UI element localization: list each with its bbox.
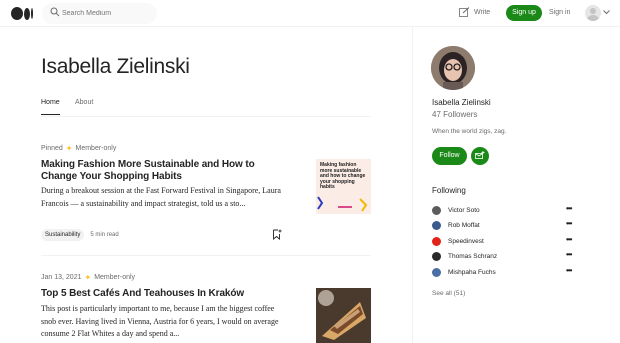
following-item[interactable]: Victor Soto ••• bbox=[432, 204, 577, 216]
cake-photo-icon bbox=[316, 288, 371, 343]
tab-home[interactable]: Home bbox=[41, 99, 60, 115]
following-avatar bbox=[432, 221, 441, 230]
bookmark-add-icon[interactable] bbox=[272, 229, 282, 240]
following-item[interactable]: Mishpaha Fuchs ••• bbox=[432, 266, 577, 278]
following-avatar bbox=[432, 252, 441, 261]
more-options-icon[interactable]: ••• bbox=[566, 235, 572, 244]
post-footer: Sustainability 5 min read bbox=[41, 229, 119, 241]
see-all-following-link[interactable]: See all (51) bbox=[432, 290, 465, 297]
following-heading: Following bbox=[432, 186, 466, 195]
write-label: Write bbox=[474, 9, 491, 16]
following-avatar bbox=[432, 206, 441, 215]
following-name[interactable]: Victor Soto bbox=[448, 207, 480, 214]
post-excerpt[interactable]: This post is particularly important to m… bbox=[41, 303, 291, 341]
post-excerpt[interactable]: During a breakout session at the Fast Fo… bbox=[41, 185, 291, 210]
sidebar-profile-name[interactable]: Isabella Zielinski bbox=[432, 98, 491, 107]
write-button[interactable]: Write bbox=[459, 7, 490, 18]
medium-logo[interactable] bbox=[11, 7, 33, 20]
post-divider bbox=[41, 255, 371, 256]
sidebar-divider bbox=[412, 27, 413, 343]
more-options-icon[interactable]: ••• bbox=[566, 219, 572, 228]
following-name[interactable]: Mishpaha Fuchs bbox=[448, 269, 496, 276]
search-input[interactable] bbox=[62, 7, 152, 20]
more-options-icon[interactable]: ••• bbox=[566, 204, 572, 213]
pinned-label: Pinned bbox=[41, 145, 63, 152]
post-date: Jan 13, 2021 bbox=[41, 274, 82, 281]
mail-plus-icon bbox=[475, 151, 485, 159]
chevron-down-icon[interactable] bbox=[603, 10, 610, 15]
following-name[interactable]: Speedinvest bbox=[448, 238, 484, 245]
following-item[interactable]: Rob Moffat ••• bbox=[432, 219, 577, 231]
post-meta: Pinned ✦ Member-only bbox=[41, 144, 116, 153]
member-only-label: Member-only bbox=[75, 145, 117, 152]
member-only-label: Member-only bbox=[94, 274, 136, 281]
post-title[interactable]: Making Fashion More Sustainable and How … bbox=[41, 159, 286, 183]
following-item[interactable]: Thomas Schranz ••• bbox=[432, 250, 577, 262]
subscribe-button[interactable] bbox=[471, 147, 489, 165]
profile-bio: When the world zigs, zag. bbox=[432, 128, 507, 135]
following-name[interactable]: Rob Moffat bbox=[448, 222, 480, 229]
tag-chip[interactable]: Sustainability bbox=[41, 229, 85, 241]
post-thumbnail[interactable] bbox=[316, 288, 371, 343]
followers-count[interactable]: 47 Followers bbox=[432, 110, 477, 119]
signup-button[interactable]: Sign up bbox=[506, 5, 542, 21]
write-icon bbox=[459, 7, 470, 17]
star-icon: ✦ bbox=[84, 273, 92, 282]
more-options-icon[interactable]: ••• bbox=[566, 250, 572, 259]
profile-avatar[interactable] bbox=[431, 46, 475, 90]
user-avatar-icon[interactable] bbox=[585, 5, 601, 21]
following-name[interactable]: Thomas Schranz bbox=[448, 253, 497, 260]
signin-link[interactable]: Sign in bbox=[549, 9, 570, 16]
search-icon bbox=[50, 7, 60, 17]
following-avatar bbox=[432, 237, 441, 246]
more-options-icon[interactable]: ••• bbox=[566, 266, 572, 275]
profile-photo-icon bbox=[431, 46, 475, 90]
post-meta: Jan 13, 2021 ✦ Member-only bbox=[41, 273, 135, 282]
thumbnail-text: Making fashion more sustainable and how … bbox=[320, 162, 366, 191]
follow-button[interactable]: Follow bbox=[432, 147, 467, 165]
post-title[interactable]: Top 5 Best Cafés And Teahouses In Kraków bbox=[41, 288, 286, 300]
profile-tabs: Home About bbox=[41, 99, 371, 117]
tab-about[interactable]: About bbox=[75, 99, 93, 106]
following-avatar bbox=[432, 268, 441, 277]
top-navbar: Write Sign up Sign in bbox=[0, 0, 620, 27]
post-thumbnail[interactable]: Making fashion more sustainable and how … bbox=[316, 159, 371, 214]
star-icon: ✦ bbox=[65, 144, 73, 153]
search-bar[interactable] bbox=[42, 3, 157, 24]
following-item[interactable]: Speedinvest ••• bbox=[432, 235, 577, 247]
thumbnail-decoration-icon bbox=[317, 196, 368, 212]
read-time: 5 min read bbox=[90, 232, 119, 238]
profile-name-heading: Isabella Zielinski bbox=[41, 55, 190, 78]
